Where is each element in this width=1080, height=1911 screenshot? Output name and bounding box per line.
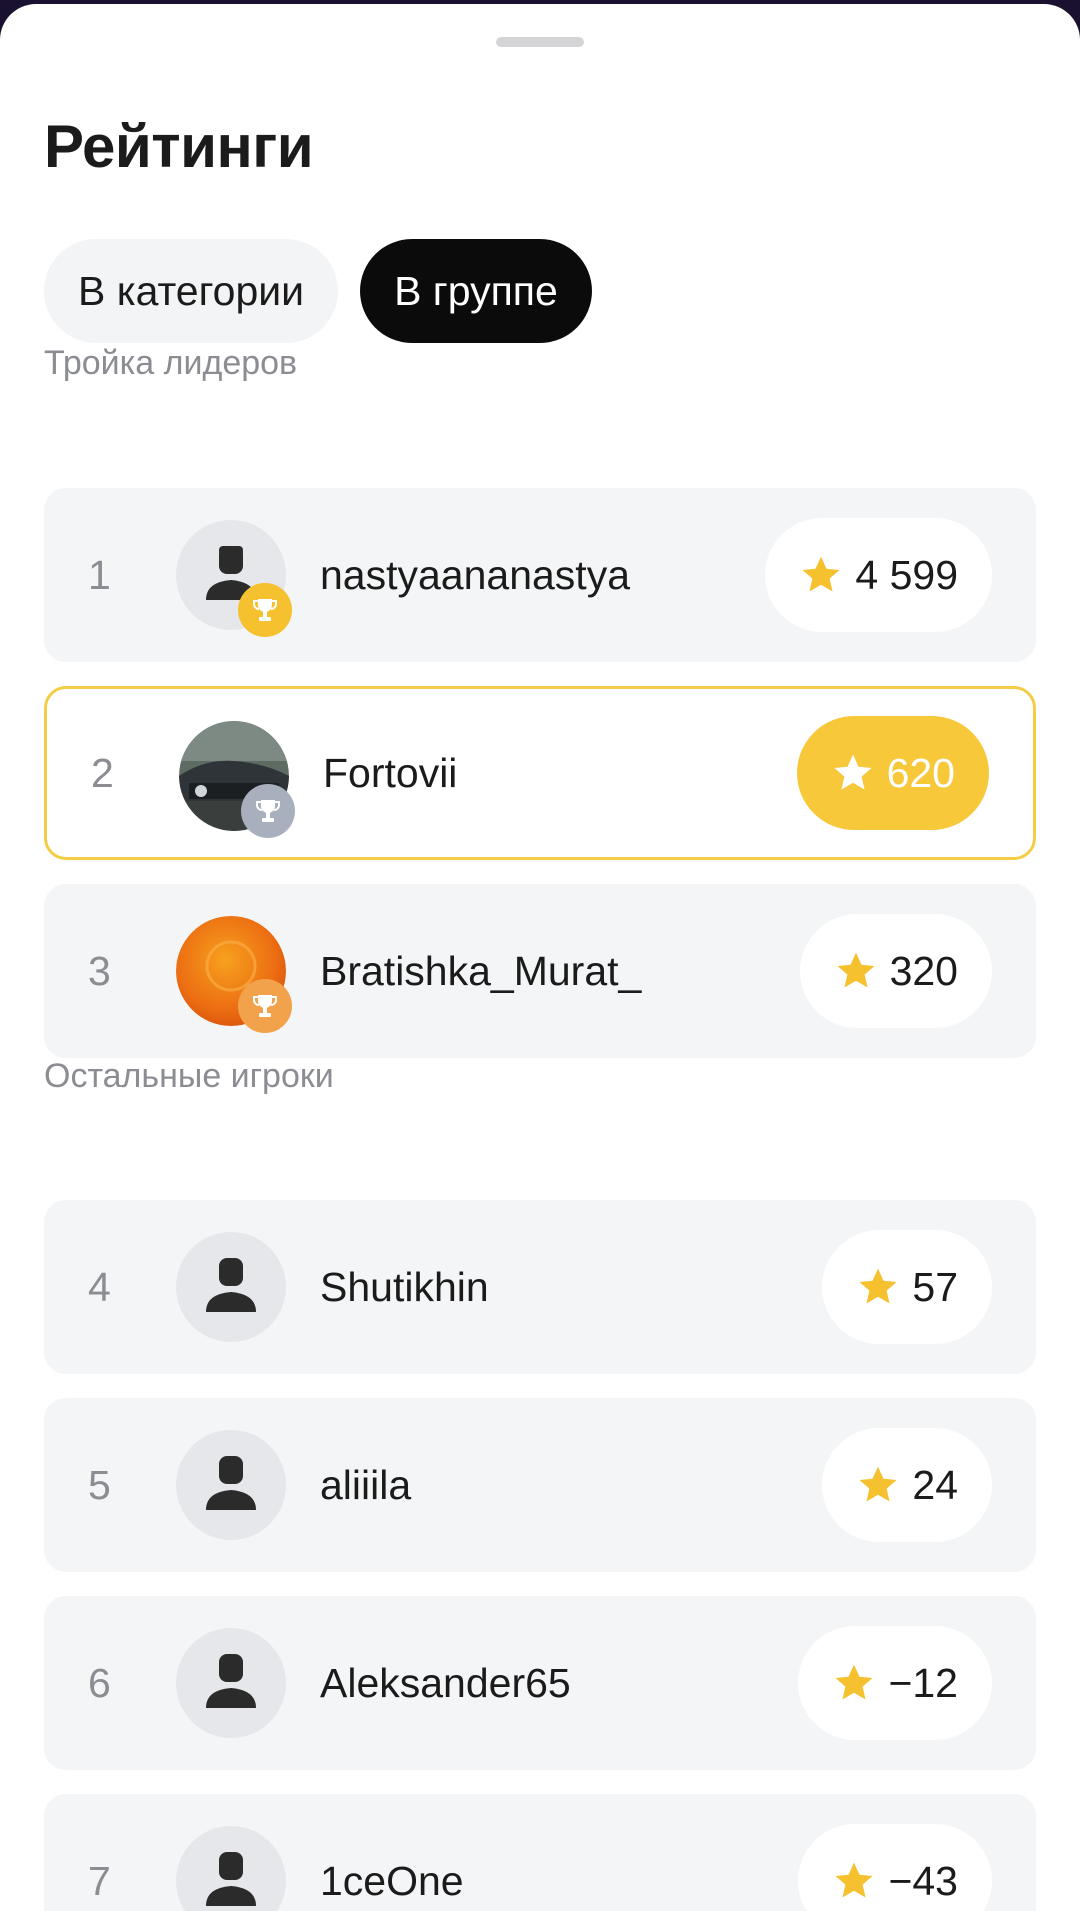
player-row-6[interactable]: 6 Aleksander65 −12 (44, 1596, 1036, 1770)
player-row-5[interactable]: 5 aliiila 24 (44, 1398, 1036, 1572)
person-icon (206, 1456, 256, 1510)
avatar[interactable] (176, 916, 292, 1033)
rank-number: 1 (88, 551, 111, 598)
sheet-drag-handle[interactable] (496, 37, 584, 47)
player-name: Shutikhin (320, 1263, 489, 1310)
others-section-label: Остальные игроки (44, 1057, 334, 1095)
player-name: Bratishka_Murat_ (320, 947, 642, 994)
rank-number: 5 (88, 1461, 111, 1508)
score-pill-highlighted: 620 (796, 716, 989, 830)
person-icon (206, 1852, 256, 1906)
rank-number: 4 (88, 1263, 111, 1310)
person-icon (206, 1258, 256, 1312)
score-value: 620 (886, 749, 955, 796)
bronze-trophy-badge (238, 979, 292, 1033)
avatar[interactable] (176, 520, 292, 637)
leader-row-2-current-user[interactable]: 2 Fortovii 620 (44, 686, 1036, 860)
page-title: Рейтинги (44, 113, 314, 180)
avatar[interactable] (176, 1628, 286, 1738)
avatar[interactable] (179, 721, 295, 838)
score-value: 57 (912, 1263, 958, 1310)
star-icon (802, 556, 840, 592)
player-name: 1ceOne (320, 1857, 464, 1904)
score-value: 24 (912, 1461, 958, 1508)
score-value: 320 (889, 947, 958, 994)
leaders-section-label: Тройка лидеров (44, 344, 298, 382)
ratings-bottom-sheet: Рейтинги В категории В группе Тройка лид… (0, 4, 1080, 1911)
rank-number: 3 (88, 947, 111, 994)
leader-row-3[interactable]: 3 Bratishka_Murat_ 320 (44, 884, 1036, 1058)
avatar[interactable] (176, 1232, 286, 1342)
silver-trophy-badge (241, 784, 295, 838)
score-pill: 24 (822, 1428, 992, 1542)
star-icon (837, 952, 875, 988)
player-row-7[interactable]: 7 1ceOne −43 (44, 1794, 1036, 1911)
star-icon (859, 1466, 897, 1502)
player-name: aliiila (320, 1461, 412, 1508)
score-pill: 57 (822, 1230, 992, 1344)
rank-number: 6 (88, 1659, 111, 1706)
star-icon (835, 1862, 873, 1898)
player-name: Fortovii (323, 749, 458, 796)
trophy-icon (253, 599, 277, 621)
avatar[interactable] (176, 1826, 286, 1911)
tab-in-group[interactable]: В группе (360, 239, 592, 343)
rating-tabs: В категории В группе (44, 239, 592, 343)
rank-number: 7 (88, 1857, 111, 1904)
star-icon (835, 1664, 873, 1700)
player-row-4[interactable]: 4 Shutikhin 57 (44, 1200, 1036, 1374)
score-pill: 4 599 (765, 518, 992, 632)
person-icon (206, 1654, 256, 1708)
player-name: nastyaananastya (320, 551, 631, 598)
gold-trophy-badge (238, 583, 292, 637)
score-value: 4 599 (855, 551, 958, 598)
star-icon (834, 754, 872, 790)
tab-in-category[interactable]: В категории (44, 239, 339, 343)
score-pill: 320 (799, 914, 992, 1028)
score-pill: −12 (798, 1626, 992, 1740)
trophy-icon (256, 800, 280, 822)
leader-row-1[interactable]: 1 nastyaananastya 4 599 (44, 488, 1036, 662)
score-value: −12 (888, 1659, 958, 1706)
player-name: Aleksander65 (320, 1659, 571, 1706)
rank-number: 2 (91, 749, 114, 796)
trophy-icon (253, 995, 277, 1017)
star-icon (859, 1268, 897, 1304)
score-pill: −43 (798, 1824, 992, 1911)
avatar[interactable] (176, 1430, 286, 1540)
score-value: −43 (888, 1857, 958, 1904)
